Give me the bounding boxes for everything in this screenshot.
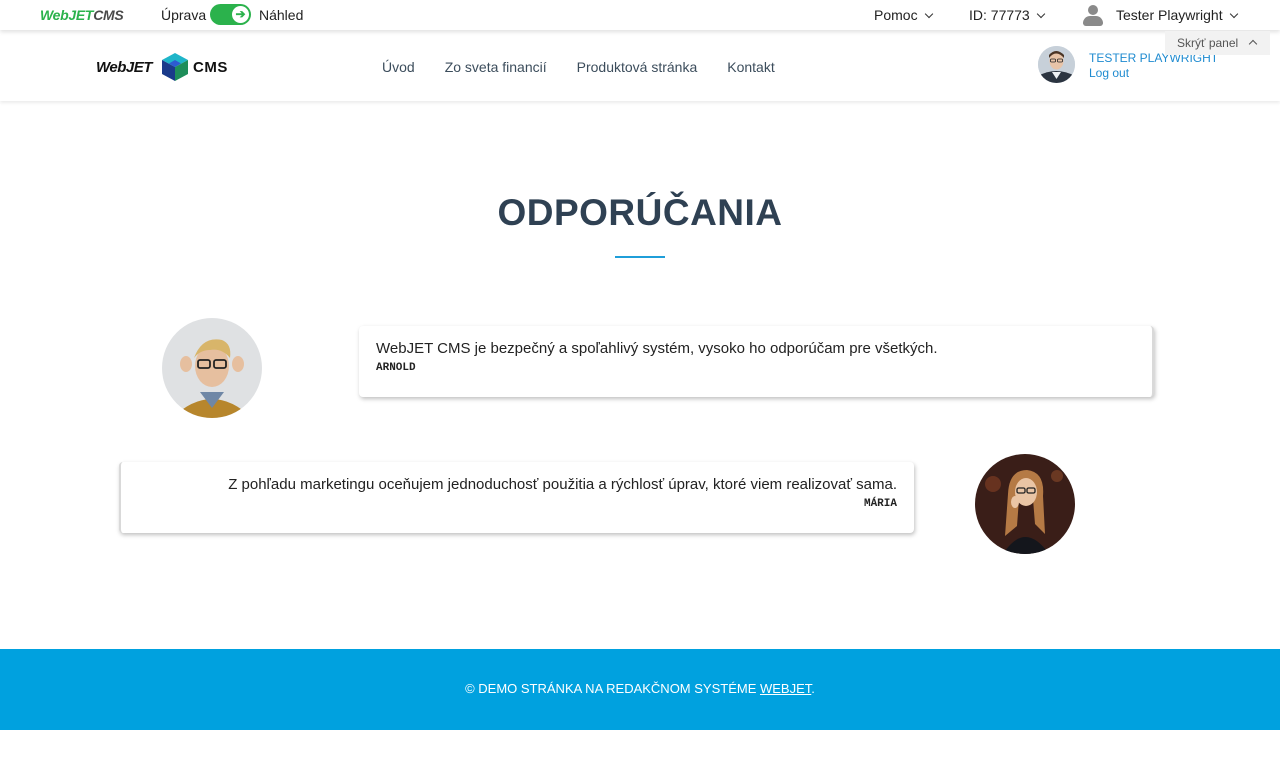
edit-preview-toggle[interactable]: ➔	[210, 4, 251, 25]
hide-panel-button[interactable]: Skrýť panel	[1165, 31, 1270, 55]
chevron-down-icon	[924, 9, 933, 19]
testimonial-card: Z pohľadu marketingu oceňujem jednoducho…	[119, 462, 914, 533]
nav-item-kontakt[interactable]: Kontakt	[727, 59, 774, 75]
site-logo-text-right: CMS	[193, 59, 228, 76]
testimonial-avatar-arnold	[162, 318, 262, 418]
help-label: Pomoc	[874, 7, 918, 23]
cube-logo-icon	[162, 53, 188, 81]
chevron-down-icon	[1036, 9, 1045, 19]
footer-copyright: © DEMO STRÁNKA NA REDAKČNOM SYSTÉME	[465, 681, 760, 696]
user-dropdown[interactable]: Tester Playwright	[1116, 7, 1238, 23]
footer-text: © DEMO STRÁNKA NA REDAKČNOM SYSTÉME WEBJ…	[0, 681, 1280, 696]
footer-suffix: .	[811, 681, 815, 696]
help-dropdown[interactable]: Pomoc	[874, 7, 933, 23]
webjet-admin-logo[interactable]: WebJETCMS	[40, 7, 124, 23]
nav-item-zo-sveta-financii[interactable]: Zo sveta financií	[445, 59, 547, 75]
nav-item-produktova-stranka[interactable]: Produktová stránka	[577, 59, 698, 75]
testimonial-author: ARNOLD	[376, 362, 416, 374]
logo-text-web: Web	[40, 7, 69, 23]
chevron-down-icon	[1229, 9, 1238, 19]
page-id-label: ID: 77773	[969, 7, 1030, 23]
user-name: Tester Playwright	[1116, 7, 1223, 23]
logout-link[interactable]: Log out	[1089, 66, 1129, 80]
testimonial-card: WebJET CMS je bezpečný a spoľahlivý syst…	[359, 326, 1154, 397]
admin-bar: WebJETCMS Úprava ➔ Náhled Pomoc ID: 7777…	[0, 0, 1280, 30]
footer-webjet-link[interactable]: WEBJET	[760, 681, 811, 696]
chevron-up-icon	[1248, 39, 1258, 49]
testimonial-quote: Z pohľadu marketingu oceňujem jednoducho…	[228, 476, 897, 493]
page-id-dropdown[interactable]: ID: 77773	[969, 7, 1045, 23]
edit-mode-label: Úprava	[161, 7, 207, 23]
main-nav: Úvod Zo sveta financií Produktová stránk…	[382, 59, 805, 75]
title-underline	[615, 256, 665, 258]
site-header: WebJET CMS Úvod Zo sveta financií Produk…	[0, 30, 1280, 101]
testimonial-quote: WebJET CMS je bezpečný a spoľahlivý syst…	[376, 340, 938, 357]
testimonial-author: MÁRIA	[863, 498, 897, 510]
nav-item-uvod[interactable]: Úvod	[382, 59, 415, 75]
site-logo-text-left: WebJET	[96, 59, 152, 76]
testimonial-avatar-maria	[975, 454, 1075, 554]
profile-avatar[interactable]	[1038, 46, 1075, 83]
preview-mode-label: Náhled	[259, 7, 304, 23]
logo-text-jet: JET	[68, 7, 94, 23]
hide-panel-label: Skrýť panel	[1177, 36, 1239, 50]
logo-text-cms: CMS	[93, 7, 124, 23]
page-title: ODPORÚČANIA	[497, 192, 783, 233]
footer: © DEMO STRÁNKA NA REDAKČNOM SYSTÉME WEBJ…	[0, 649, 1280, 730]
arrow-right-icon: ➔	[232, 6, 249, 23]
user-icon[interactable]	[1082, 4, 1104, 26]
